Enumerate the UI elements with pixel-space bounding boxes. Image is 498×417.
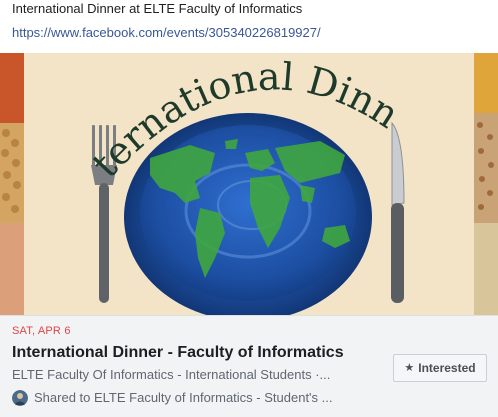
event-date: SAT, APR 6: [12, 325, 71, 337]
star-icon: ★: [404, 361, 415, 374]
interested-button[interactable]: ★ Interested: [393, 354, 487, 382]
shared-to-text: Shared to ELTE Faculty of Informatics - …: [34, 390, 333, 405]
event-host: ELTE Faculty Of Informatics - Internatio…: [12, 367, 331, 382]
interested-label: Interested: [418, 361, 476, 375]
event-url-link[interactable]: https://www.facebook.com/events/30534022…: [12, 25, 321, 41]
post-text: International Dinner at ELTE Faculty of …: [12, 1, 303, 16]
spice-bowl-left: [0, 53, 24, 123]
group-avatar: [12, 390, 28, 406]
spice-bowl-right: [474, 53, 498, 113]
event-title[interactable]: International Dinner - Faculty of Inform…: [12, 343, 344, 363]
event-cover-image[interactable]: International Dinner: [0, 53, 498, 315]
event-card[interactable]: SAT, APR 6 International Dinner - Facult…: [0, 315, 498, 417]
shared-to-row: Shared to ELTE Faculty of Informatics - …: [12, 389, 359, 407]
